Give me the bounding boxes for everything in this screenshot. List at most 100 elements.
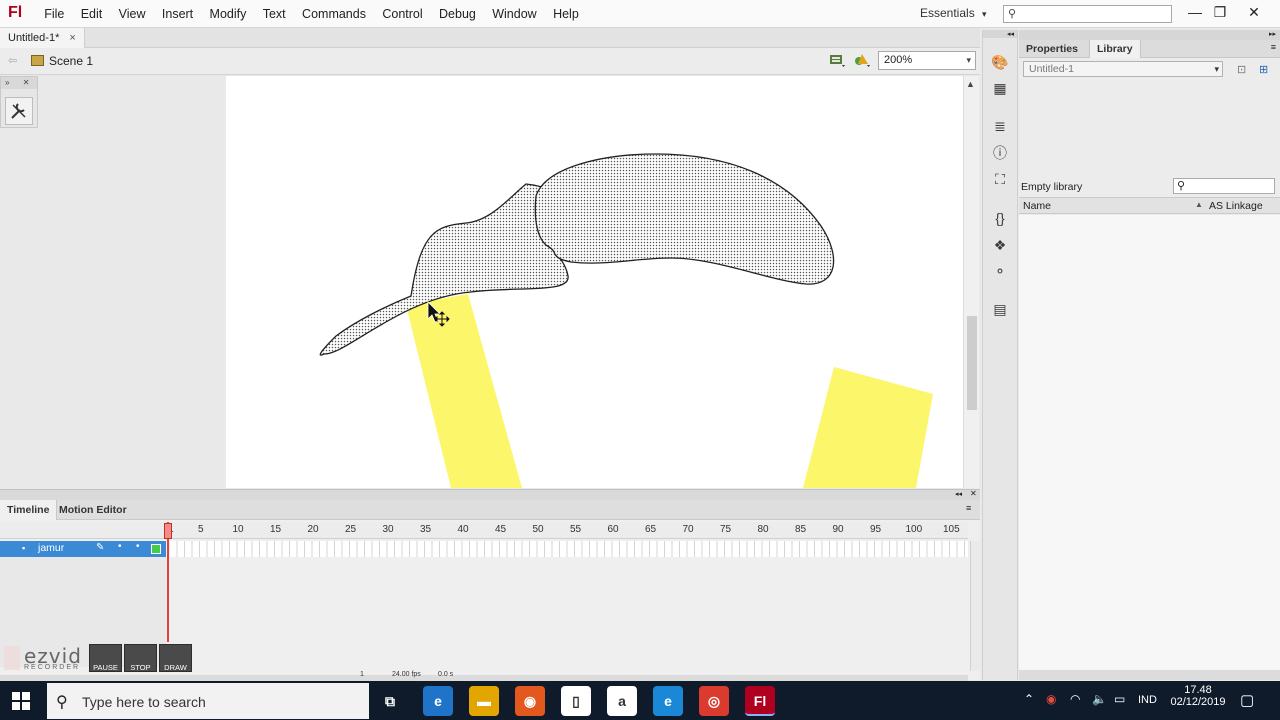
tools-icon[interactable] — [5, 97, 33, 125]
wifi-icon[interactable]: ◠ — [1070, 692, 1080, 706]
close-icon[interactable]: × — [69, 32, 75, 44]
file-explorer-icon[interactable]: ▬ — [469, 686, 499, 716]
scene-label: Scene 1 — [49, 54, 94, 68]
battery-icon[interactable]: ▭ — [1114, 692, 1125, 706]
notifications-icon[interactable]: ▢ — [1240, 691, 1254, 709]
panel-menu-icon[interactable]: ≡ — [966, 503, 971, 513]
workspace-switcher[interactable]: Essentials ▾ — [920, 6, 987, 20]
chevron-up-icon[interactable]: ⌃ — [1024, 692, 1034, 706]
document-tab[interactable]: Untitled-1* × — [0, 28, 85, 48]
new-library-panel-icon[interactable]: ⊞ — [1259, 63, 1268, 76]
taskbar-clock[interactable]: 17.48 02/12/2019 — [1170, 684, 1226, 708]
menu-file[interactable]: File — [36, 0, 73, 28]
column-as-linkage[interactable]: AS Linkage — [1209, 200, 1263, 212]
menu-window[interactable]: Window — [484, 0, 545, 28]
flash-icon[interactable]: Fl — [745, 686, 775, 716]
column-name[interactable]: Name — [1023, 200, 1051, 212]
ruler-tick: 15 — [270, 524, 282, 535]
code-snippets-icon[interactable]: {} — [991, 210, 1009, 226]
close-button[interactable]: ✕ — [1240, 2, 1268, 22]
tab-timeline[interactable]: Timeline — [0, 500, 58, 520]
stage-canvas[interactable] — [226, 76, 964, 488]
tools-panel-header[interactable]: » ✕ — [1, 77, 37, 89]
layer-row[interactable]: ▪ jamur ✎ • • — [0, 541, 166, 557]
menu-insert[interactable]: Insert — [154, 0, 202, 28]
menu-debug[interactable]: Debug — [431, 0, 484, 28]
menu-modify[interactable]: Modify — [201, 0, 254, 28]
pause-button[interactable]: PAUSE — [89, 644, 122, 672]
amazon-icon[interactable]: a — [607, 686, 637, 716]
library-search-input[interactable]: ⚲ — [1173, 178, 1275, 194]
collapse-icon[interactable]: ◂◂ — [983, 30, 1017, 38]
chevron-down-icon: ▾ — [966, 55, 971, 65]
ezvid-recorder-overlay: ezvid RECORDER PAUSE STOP DRAW — [0, 644, 195, 674]
minimize-button[interactable]: — — [1181, 2, 1209, 22]
history-icon[interactable]: ▤ — [991, 301, 1009, 317]
edit-scene-icon[interactable] — [828, 52, 846, 69]
firefox-icon[interactable]: ◉ — [515, 686, 545, 716]
draw-button[interactable]: DRAW — [159, 644, 192, 672]
menu-view[interactable]: View — [110, 0, 153, 28]
scroll-up-icon[interactable]: ▲ — [966, 79, 975, 89]
back-arrow-icon[interactable]: ⇦ — [8, 54, 17, 67]
stage-vertical-scrollbar[interactable]: ▲ — [963, 76, 979, 488]
layer-icon: ▪ — [22, 543, 26, 553]
tab-motion-editor[interactable]: Motion Editor — [52, 500, 134, 520]
edge-legacy-icon[interactable]: e — [423, 686, 453, 716]
yellow-stem-right — [803, 367, 933, 488]
swatches-icon[interactable]: ▦ — [991, 80, 1009, 96]
collapse-icon[interactable]: ◂◂ — [955, 490, 962, 498]
ruler-tick: 30 — [382, 524, 394, 535]
windows-start-icon[interactable] — [12, 692, 30, 710]
task-view-icon[interactable]: ⧉ — [375, 686, 405, 716]
taskbar-search[interactable]: ⚲ Type here to search — [47, 683, 369, 719]
pin-library-icon[interactable]: ⊡ — [1237, 63, 1246, 76]
align-icon[interactable]: ≣ — [991, 118, 1009, 134]
input-language[interactable]: IND — [1138, 694, 1157, 706]
frame-ruler[interactable]: 1510152025303540455055606570758085909510… — [0, 522, 968, 539]
ruler-tick: 20 — [307, 524, 319, 535]
visible-dot-icon[interactable]: • — [118, 541, 122, 552]
menu-text[interactable]: Text — [255, 0, 294, 28]
volume-icon[interactable]: 🔈 — [1092, 692, 1107, 706]
restore-button[interactable]: ❐ — [1206, 2, 1234, 22]
zoom-select[interactable]: 200% ▾ — [878, 51, 976, 70]
chrome-icon[interactable]: ◎ — [699, 686, 729, 716]
lock-dot-icon[interactable]: • — [136, 541, 140, 552]
layer-color-swatch[interactable] — [151, 544, 161, 554]
ruler-tick: 70 — [682, 524, 694, 535]
tab-properties[interactable]: Properties — [1019, 40, 1085, 58]
library-document-select[interactable]: Untitled-1 ▾ — [1023, 61, 1223, 77]
playhead[interactable] — [167, 522, 169, 642]
frame-grid[interactable] — [170, 541, 968, 557]
close-icon[interactable]: ✕ — [970, 489, 977, 498]
tab-library[interactable]: Library — [1089, 40, 1141, 58]
transform-icon[interactable]: ⛶ — [991, 171, 1009, 187]
notepad-icon[interactable]: ▯ — [561, 686, 591, 716]
help-search-input[interactable]: ⚲ — [1003, 5, 1172, 23]
document-tab-bar: Untitled-1* × — [0, 28, 980, 48]
color-icon[interactable]: 🎨 — [991, 54, 1009, 70]
search-placeholder: Type here to search — [82, 694, 206, 710]
menu-edit[interactable]: Edit — [73, 0, 111, 28]
panel-menu-icon[interactable]: ≡ — [1271, 42, 1276, 52]
stop-button[interactable]: STOP — [124, 644, 157, 672]
antivirus-icon[interactable]: ◉ — [1046, 692, 1056, 706]
library-item-list[interactable] — [1019, 215, 1280, 670]
clock-date: 02/12/2019 — [1170, 696, 1226, 708]
panel-collapse-icon[interactable]: ▸▸ — [1019, 30, 1280, 40]
menu-control[interactable]: Control — [374, 0, 431, 28]
app-logo: Fl — [8, 4, 23, 21]
edge-icon[interactable]: e — [653, 686, 683, 716]
motion-presets-icon[interactable]: ⚬ — [991, 263, 1009, 279]
menu-help[interactable]: Help — [545, 0, 587, 28]
components-icon[interactable]: ❖ — [991, 237, 1009, 253]
scrollbar-thumb[interactable] — [967, 316, 977, 410]
recorder-grip[interactable] — [4, 646, 20, 670]
info-icon[interactable]: ⓘ — [991, 145, 1009, 161]
menu-commands[interactable]: Commands — [294, 0, 374, 28]
edit-symbols-icon[interactable] — [853, 52, 871, 69]
timeline-vertical-scrollbar[interactable] — [970, 541, 980, 671]
sort-icon[interactable]: ▲ — [1195, 200, 1203, 209]
playhead-handle[interactable] — [164, 523, 172, 539]
